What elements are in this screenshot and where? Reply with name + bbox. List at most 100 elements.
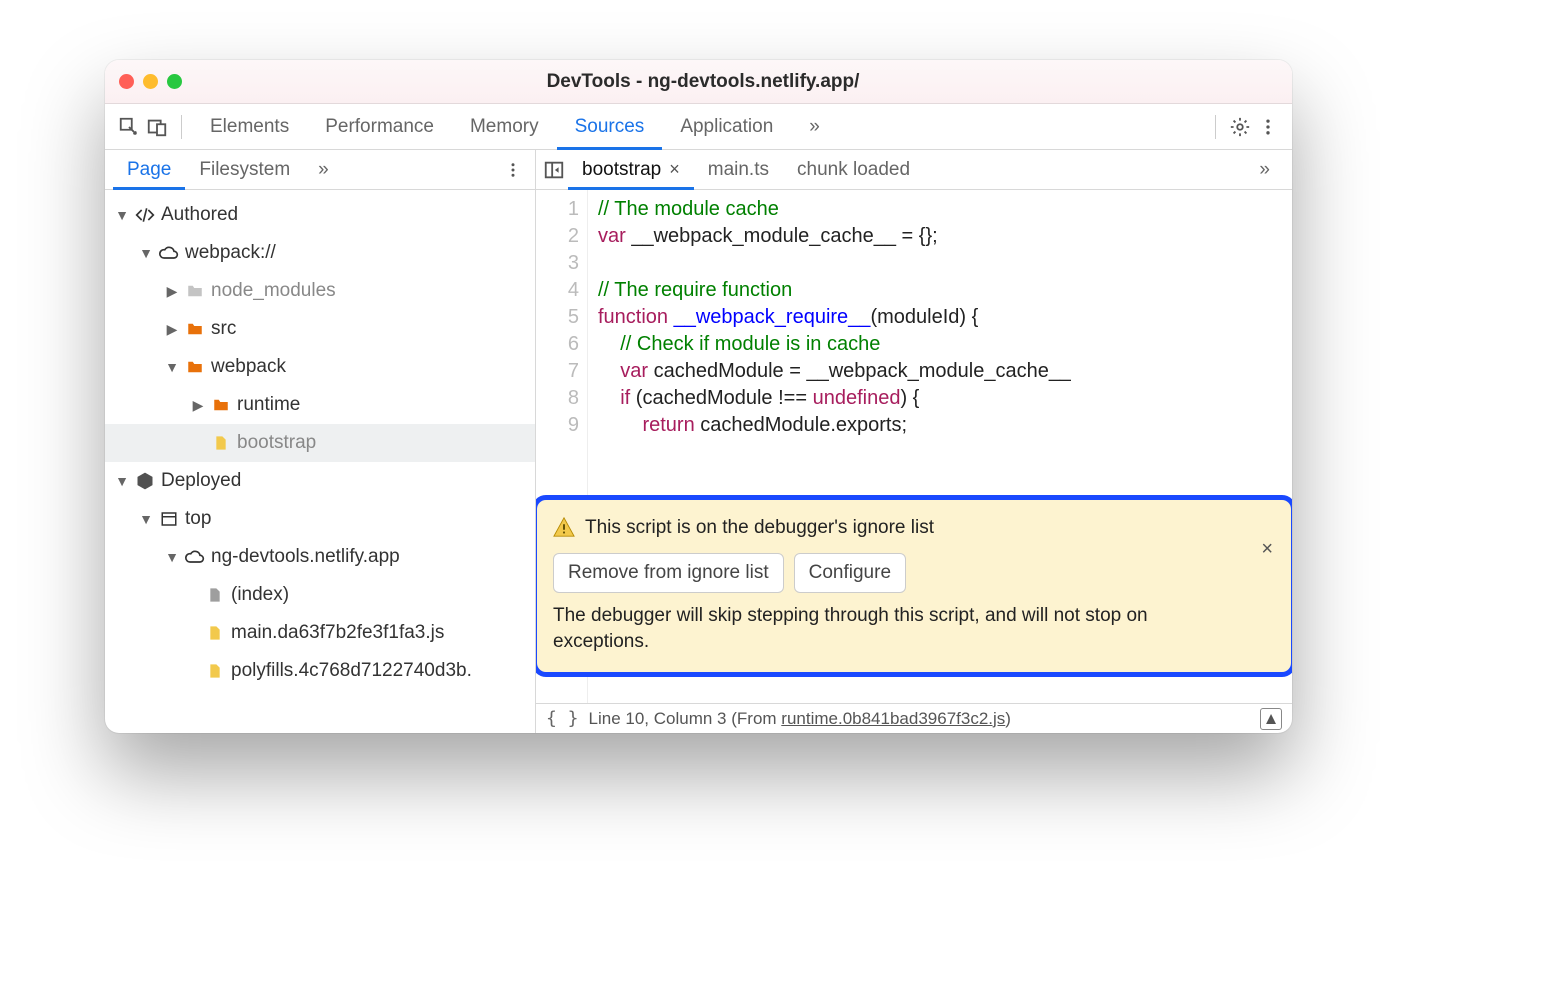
more-icon[interactable]: [1254, 113, 1282, 141]
cursor-position: Line 10, Column 3 (From runtime.0b841bad…: [589, 709, 1011, 729]
minimize-window-button[interactable]: [143, 74, 158, 89]
tree-folder-node-modules[interactable]: ▶ node_modules: [105, 272, 535, 310]
folder-icon: [211, 395, 231, 415]
file-icon: [205, 585, 225, 605]
editor-tab-main[interactable]: main.ts: [694, 150, 783, 190]
file-icon: [205, 661, 225, 681]
editor-tabs: bootstrap × main.ts chunk loaded »: [536, 150, 1292, 190]
navigator-tabs: Page Filesystem »: [105, 150, 535, 190]
warning-description: The debugger will skip stepping through …: [553, 603, 1193, 656]
gear-icon[interactable]: [1226, 113, 1254, 141]
tree-label: Authored: [161, 204, 238, 226]
file-icon: [205, 623, 225, 643]
panel-tabs: Elements Performance Memory Sources Appl…: [192, 104, 838, 150]
editor-panel: bootstrap × main.ts chunk loaded » 12345…: [536, 150, 1292, 733]
chevron-right-icon: ▶: [165, 283, 179, 300]
device-toolbar-icon[interactable]: [143, 113, 171, 141]
ignore-list-warning: This script is on the debugger's ignore …: [536, 495, 1292, 677]
tree-folder-src[interactable]: ▶ src: [105, 310, 535, 348]
chevron-down-icon: ▼: [115, 207, 129, 223]
chevron-down-icon: ▼: [115, 473, 129, 489]
cloud-icon: [185, 547, 205, 567]
window-title: DevTools - ng-devtools.netlify.app/: [182, 71, 1224, 93]
tree-file-bootstrap[interactable]: bootstrap: [105, 424, 535, 462]
navigator-more-icon[interactable]: [499, 156, 527, 184]
editor-tab-label: bootstrap: [582, 159, 661, 181]
status-bar: { } Line 10, Column 3 (From runtime.0b84…: [536, 703, 1292, 733]
warning-icon: [553, 516, 575, 538]
folder-icon: [185, 319, 205, 339]
tree-frame-top[interactable]: ▼ top: [105, 500, 535, 538]
tab-application[interactable]: Application: [662, 104, 791, 150]
source-link[interactable]: runtime.0b841bad3967f3c2.js: [781, 709, 1005, 728]
tree-label: src: [211, 318, 236, 340]
titlebar: DevTools - ng-devtools.netlify.app/: [105, 60, 1292, 104]
tree-label: ng-devtools.netlify.app: [211, 546, 400, 568]
tree-group-authored[interactable]: ▼ Authored: [105, 196, 535, 234]
zoom-window-button[interactable]: [167, 74, 182, 89]
tab-performance[interactable]: Performance: [307, 104, 452, 150]
tree-label: node_modules: [211, 280, 336, 302]
editor-tab-bootstrap[interactable]: bootstrap ×: [568, 150, 694, 190]
chevron-down-icon: ▼: [165, 359, 179, 375]
tree-label: webpack: [211, 356, 286, 378]
close-window-button[interactable]: [119, 74, 134, 89]
tree-group-deployed[interactable]: ▼ Deployed: [105, 462, 535, 500]
tree-host[interactable]: ▼ ng-devtools.netlify.app: [105, 538, 535, 576]
folder-icon: [185, 357, 205, 377]
close-icon[interactable]: ×: [1261, 536, 1273, 563]
inspect-element-icon[interactable]: [115, 113, 143, 141]
main-toolbar: Elements Performance Memory Sources Appl…: [105, 104, 1292, 150]
editor-tab-label: main.ts: [708, 159, 769, 181]
tree-label: top: [185, 508, 211, 530]
code-editor[interactable]: 123456789 // The module cache var __webp…: [536, 190, 1292, 703]
chevron-down-icon: ▼: [165, 549, 179, 565]
configure-button[interactable]: Configure: [794, 553, 906, 593]
tree-label: bootstrap: [237, 432, 316, 454]
toolbar-divider: [181, 115, 182, 139]
tree-folder-runtime[interactable]: ▶ runtime: [105, 386, 535, 424]
chevron-down-icon: ▼: [139, 511, 153, 527]
tree-label: (index): [231, 584, 289, 606]
code-icon: [135, 205, 155, 225]
cloud-icon: [159, 243, 179, 263]
file-icon: [211, 433, 231, 453]
tree-file-mainjs[interactable]: main.da63f7b2fe3f1fa3.js: [105, 614, 535, 652]
tree-webpack-scheme[interactable]: ▼ webpack://: [105, 234, 535, 272]
navigator-tab-overflow[interactable]: »: [304, 150, 343, 190]
chevron-down-icon: ▼: [139, 245, 153, 261]
tree-label: polyfills.4c768d7122740d3b.: [231, 660, 472, 682]
navigator-sidebar: Page Filesystem » ▼ Authored ▼ webpack:/…: [105, 150, 536, 733]
tree-folder-webpack[interactable]: ▼ webpack: [105, 348, 535, 386]
tree-label: main.da63f7b2fe3f1fa3.js: [231, 622, 444, 644]
navigator-tab-filesystem[interactable]: Filesystem: [185, 150, 304, 190]
editor-tab-overflow[interactable]: »: [1241, 150, 1288, 190]
tab-memory[interactable]: Memory: [452, 104, 557, 150]
devtools-window: DevTools - ng-devtools.netlify.app/ Elem…: [105, 60, 1292, 733]
traffic-lights: [119, 74, 182, 89]
tree-file-polyfills[interactable]: polyfills.4c768d7122740d3b.: [105, 652, 535, 690]
editor-tab-chunk[interactable]: chunk loaded: [783, 150, 924, 190]
tab-elements[interactable]: Elements: [192, 104, 307, 150]
editor-tab-label: chunk loaded: [797, 159, 910, 181]
tree-file-index[interactable]: (index): [105, 576, 535, 614]
warning-title: This script is on the debugger's ignore …: [585, 514, 934, 541]
toggle-navigator-icon[interactable]: [540, 156, 568, 184]
tab-sources[interactable]: Sources: [557, 104, 663, 150]
navigator-tab-page[interactable]: Page: [113, 150, 185, 190]
remove-from-ignore-button[interactable]: Remove from ignore list: [553, 553, 784, 593]
expand-up-icon[interactable]: ▲: [1260, 708, 1282, 730]
frame-icon: [159, 509, 179, 529]
package-icon: [135, 471, 155, 491]
file-tree: ▼ Authored ▼ webpack:// ▶ node_modules ▶: [105, 190, 535, 733]
chevron-right-icon: ▶: [191, 397, 205, 414]
close-tab-icon[interactable]: ×: [669, 159, 680, 180]
tab-overflow[interactable]: »: [791, 104, 838, 150]
tree-label: Deployed: [161, 470, 241, 492]
pretty-print-icon[interactable]: { }: [546, 708, 579, 729]
folder-icon: [185, 281, 205, 301]
tree-label: runtime: [237, 394, 300, 416]
toolbar-divider: [1215, 115, 1216, 139]
chevron-right-icon: ▶: [165, 321, 179, 338]
tree-label: webpack://: [185, 242, 276, 264]
